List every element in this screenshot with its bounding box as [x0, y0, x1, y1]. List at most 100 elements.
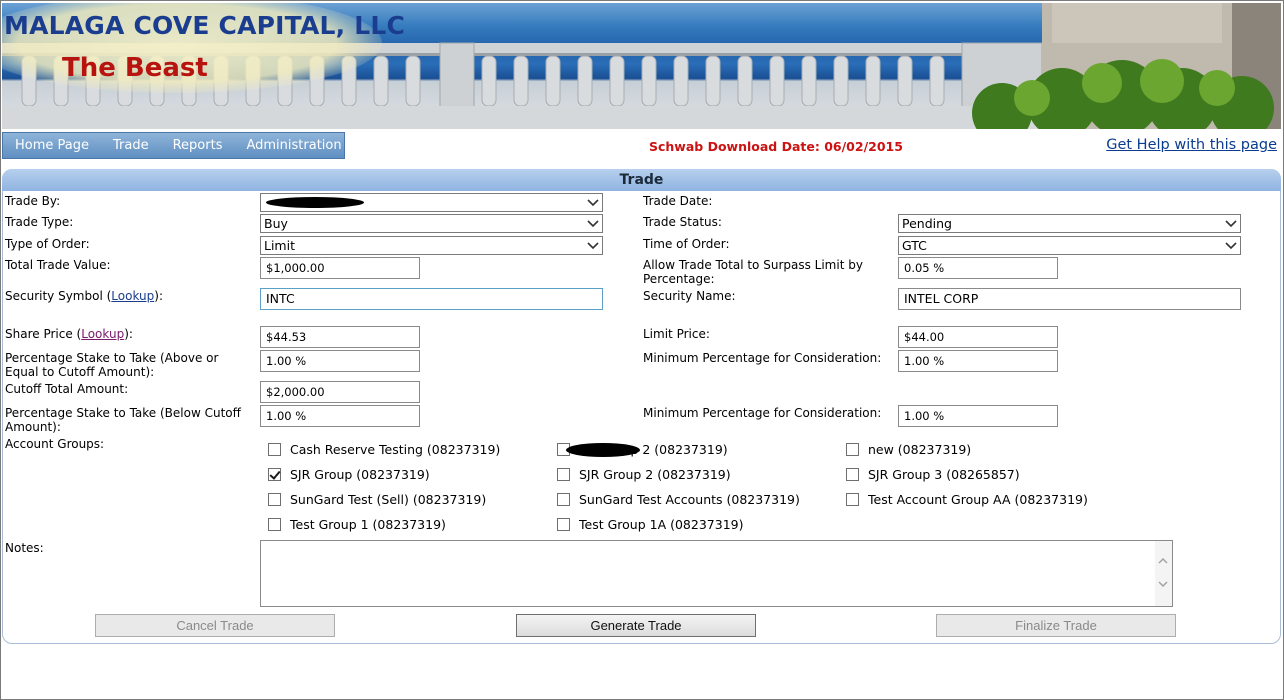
- finalize-trade-button[interactable]: Finalize Trade: [936, 614, 1176, 637]
- min-pct-field-above[interactable]: 1.00 %: [898, 350, 1058, 372]
- trade-type-value: Buy: [264, 216, 288, 231]
- cutoff-label: Cutoff Total Amount:: [5, 382, 129, 396]
- stake-below-field[interactable]: 1.00 %: [260, 405, 420, 427]
- notes-textarea[interactable]: [260, 540, 1173, 607]
- checkbox[interactable]: [557, 493, 570, 506]
- checkbox[interactable]: [846, 443, 859, 456]
- account-group-option[interactable]: SJR Group 2 (08237319): [557, 467, 731, 482]
- schwab-download-date: Schwab Download Date: 06/02/2015: [649, 139, 903, 154]
- scroll-up-icon[interactable]: [1158, 556, 1168, 566]
- min-pct-label-below: Minimum Percentage for Consideration:: [643, 406, 882, 420]
- min-pct-field-below[interactable]: 1.00 %: [898, 405, 1058, 427]
- checkbox[interactable]: [268, 493, 281, 506]
- nav-home-page[interactable]: Home Page: [3, 138, 101, 153]
- cutoff-field[interactable]: $2,000.00: [260, 381, 420, 403]
- chevron-down-icon: [1225, 242, 1237, 250]
- trade-status-value: Pending: [902, 216, 952, 231]
- account-group-option[interactable]: new (08237319): [846, 442, 971, 457]
- stake-above-field[interactable]: 1.00 %: [260, 350, 420, 372]
- share-price-label: Share Price (Lookup):: [5, 327, 133, 341]
- limit-price-label: Limit Price:: [643, 327, 710, 341]
- notes-scrollbar[interactable]: [1155, 541, 1172, 606]
- order-time-label: Time of Order:: [643, 237, 730, 251]
- redaction-mark: [266, 197, 364, 208]
- order-time-value: GTC: [902, 238, 927, 253]
- account-groups-label: Account Groups:: [5, 437, 105, 451]
- checkbox[interactable]: [846, 493, 859, 506]
- security-name-field[interactable]: INTEL CORP: [898, 288, 1241, 310]
- symbol-label-text: Security Symbol (: [5, 289, 112, 303]
- trade-date-label: Trade Date:: [643, 194, 713, 208]
- account-group-option[interactable]: Test Account Group AA (08237319): [846, 492, 1088, 507]
- trade-by-label: Trade By:: [5, 194, 61, 208]
- account-group-label: SJR Group 3 (08265857): [868, 467, 1020, 482]
- account-group-label: SJR Group 2 (08237319): [579, 467, 731, 482]
- checkbox[interactable]: [557, 518, 570, 531]
- security-name-label: Security Name:: [643, 289, 736, 303]
- order-type-select[interactable]: Limit: [260, 236, 603, 255]
- stake-below-label: Percentage Stake to Take (Below Cutoff A…: [5, 406, 241, 434]
- surpass-label: Allow Trade Total to Surpass Limit by Pe…: [643, 258, 863, 286]
- share-price-label-end: ):: [124, 327, 133, 341]
- account-group-option[interactable]: SJR Group 3 (08265857): [846, 467, 1020, 482]
- redaction-mark: [566, 443, 640, 457]
- notes-label: Notes:: [5, 541, 44, 555]
- chevron-down-icon: [587, 220, 599, 228]
- order-time-select[interactable]: GTC: [898, 236, 1241, 255]
- order-type-label: Type of Order:: [5, 237, 90, 251]
- share-price-lookup-link[interactable]: Lookup: [81, 327, 124, 341]
- app-name: The Beast: [62, 53, 208, 83]
- surpass-field[interactable]: 0.05 %: [898, 257, 1058, 279]
- main-nav: Home Page Trade Reports Administration: [2, 132, 345, 159]
- generate-trade-button[interactable]: Generate Trade: [516, 614, 756, 637]
- account-group-label: SunGard Test (Sell) (08237319): [290, 492, 487, 507]
- account-group-label: new (08237319): [868, 442, 972, 457]
- symbol-lookup-link[interactable]: Lookup: [111, 289, 154, 303]
- security-symbol-field[interactable]: INTC: [260, 288, 603, 310]
- chevron-down-icon: [587, 242, 599, 250]
- checkbox[interactable]: [268, 443, 281, 456]
- account-group-label: SunGard Test Accounts (08237319): [579, 492, 800, 507]
- nav-administration[interactable]: Administration: [234, 138, 353, 153]
- stake-above-label: Percentage Stake to Take (Above or Equal…: [5, 351, 219, 379]
- nav-reports[interactable]: Reports: [161, 138, 235, 153]
- nav-trade[interactable]: Trade: [101, 138, 161, 153]
- checkbox[interactable]: [268, 518, 281, 531]
- account-group-option[interactable]: SunGard Test (Sell) (08237319): [268, 492, 486, 507]
- account-group-option[interactable]: Test Group 1 (08237319): [268, 517, 446, 532]
- checkbox-checked[interactable]: [268, 468, 281, 481]
- total-value-field[interactable]: $1,000.00: [260, 257, 420, 279]
- account-group-label: Test Account Group AA (08237319): [868, 492, 1088, 507]
- trade-type-label: Trade Type:: [5, 215, 74, 229]
- account-group-label: Test Group 1 (08237319): [290, 517, 446, 532]
- help-link[interactable]: Get Help with this page: [1106, 137, 1277, 153]
- header-banner: MALAGA COVE CAPITAL, LLC The Beast: [2, 3, 1281, 129]
- share-price-label-text: Share Price (: [5, 327, 82, 341]
- account-group-option[interactable]: SJR Group (08237319): [268, 467, 430, 482]
- trade-status-label: Trade Status:: [643, 215, 722, 229]
- account-group-label: SJR Group (08237319): [290, 467, 430, 482]
- panel-title: Trade: [2, 169, 1281, 191]
- cancel-trade-button[interactable]: Cancel Trade: [95, 614, 335, 637]
- total-value-label: Total Trade Value:: [5, 258, 111, 272]
- checkbox[interactable]: [557, 468, 570, 481]
- account-group-option[interactable]: Test Group 1A (08237319): [557, 517, 743, 532]
- min-pct-label-above: Minimum Percentage for Consideration:: [643, 351, 882, 365]
- account-group-label: Test Group 1A (08237319): [579, 517, 744, 532]
- account-group-option[interactable]: SunGard Test Accounts (08237319): [557, 492, 800, 507]
- scroll-down-icon[interactable]: [1158, 579, 1168, 589]
- company-name: MALAGA COVE CAPITAL, LLC: [4, 11, 406, 40]
- chevron-down-icon: [1225, 220, 1237, 228]
- trade-by-select[interactable]: [260, 193, 603, 212]
- account-group-label: Cash Reserve Testing (08237319): [290, 442, 501, 457]
- share-price-field[interactable]: $44.53: [260, 326, 420, 348]
- security-symbol-label: Security Symbol (Lookup):: [5, 289, 163, 303]
- trade-status-select[interactable]: Pending: [898, 214, 1241, 233]
- chevron-down-icon: [587, 199, 599, 207]
- limit-price-field[interactable]: $44.00: [898, 326, 1058, 348]
- trade-type-select[interactable]: Buy: [260, 214, 603, 233]
- checkbox[interactable]: [846, 468, 859, 481]
- account-group-option[interactable]: Cash Reserve Testing (08237319): [268, 442, 500, 457]
- symbol-label-end: ):: [154, 289, 163, 303]
- order-type-value: Limit: [264, 238, 295, 253]
